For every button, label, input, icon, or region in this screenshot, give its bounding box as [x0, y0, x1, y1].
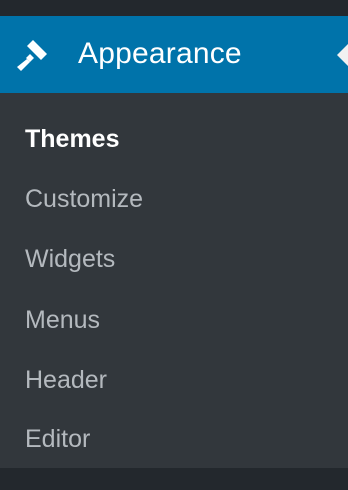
submenu-item-customize[interactable]: Customize	[25, 183, 143, 215]
sidebar-top-strip	[0, 0, 348, 16]
appearance-submenu: Themes Customize Widgets Menus Header Ed…	[0, 93, 348, 468]
submenu-item-themes[interactable]: Themes	[25, 123, 119, 155]
submenu-item-menus[interactable]: Menus	[25, 304, 100, 336]
current-item-notch	[337, 44, 348, 66]
menu-item-appearance[interactable]: Appearance	[0, 16, 348, 93]
menu-item-label: Appearance	[78, 37, 242, 70]
submenu-item-editor[interactable]: Editor	[25, 423, 90, 455]
sidebar-bottom-strip	[0, 468, 348, 490]
submenu-item-header[interactable]: Header	[25, 364, 107, 396]
paintbrush-icon	[17, 40, 47, 71]
submenu-item-widgets[interactable]: Widgets	[25, 243, 115, 275]
